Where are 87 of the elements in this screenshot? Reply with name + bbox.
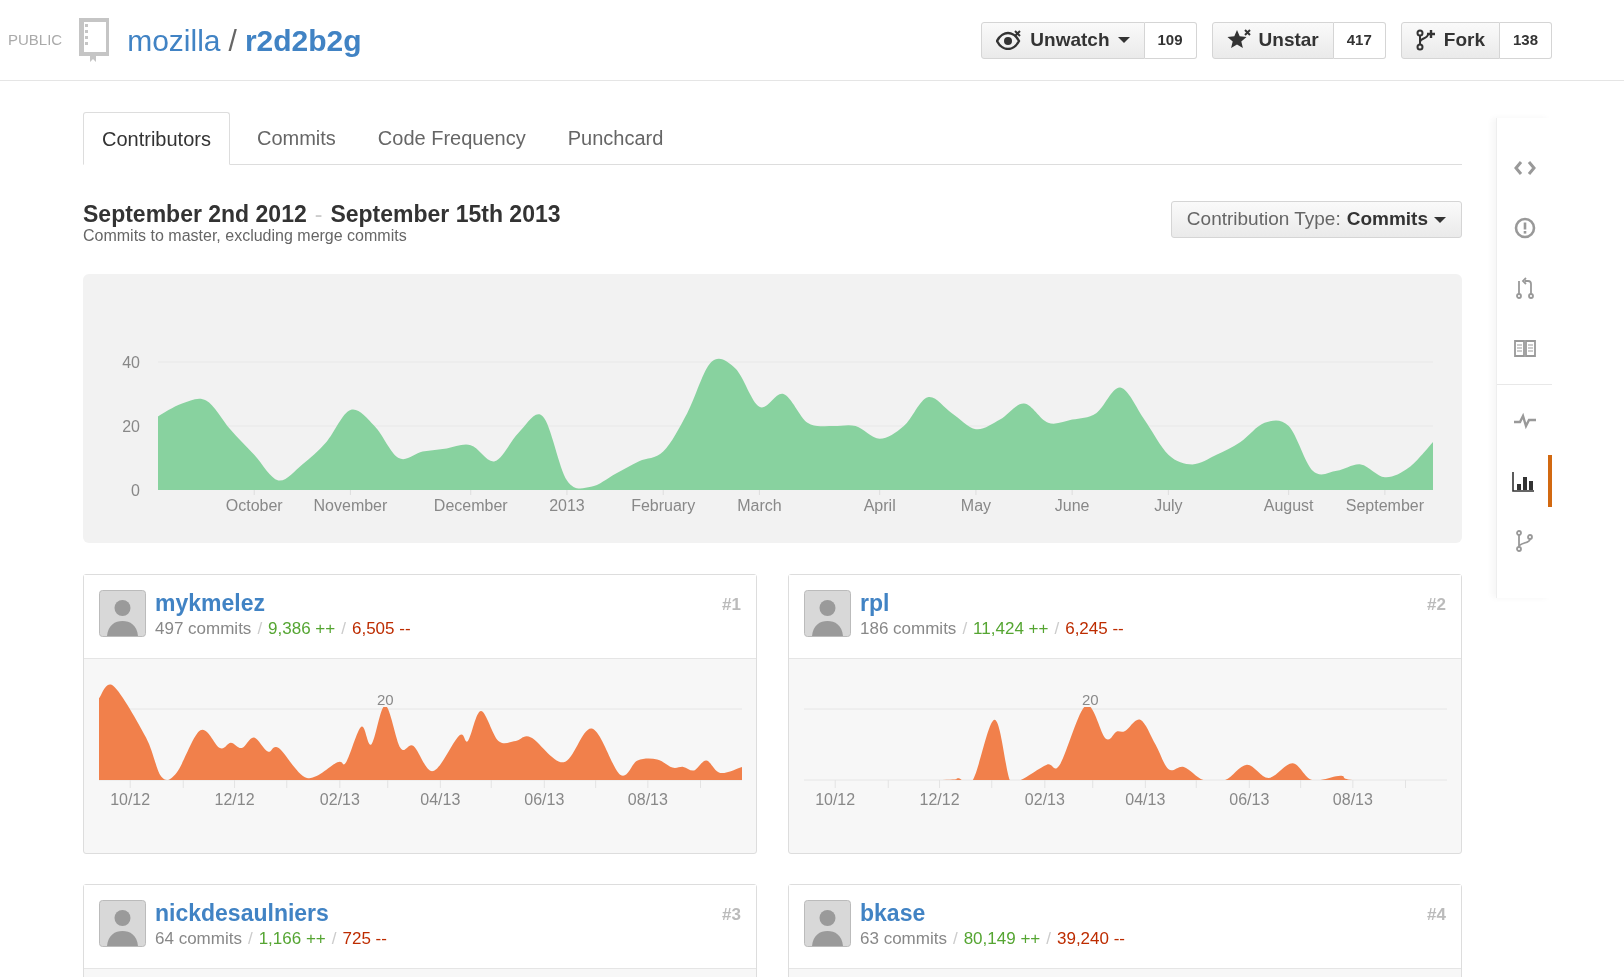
x-tick-label: 04/13 [1125, 791, 1166, 808]
additions-count: 9,386 ++ [268, 618, 336, 640]
avatar-silhouette-icon [804, 590, 851, 637]
x-tick-label: 10/12 [815, 791, 856, 808]
y-tick-label: 20 [122, 418, 140, 435]
x-tick-label: 02/13 [1024, 791, 1065, 808]
x-tick-label: 06/13 [524, 791, 565, 808]
commits-count: 64 commits [155, 928, 242, 950]
contributor-name-link[interactable]: rpl [860, 590, 1124, 616]
eye-icon [996, 30, 1023, 50]
deletions-count: 6,505 -- [351, 618, 411, 640]
x-tick-label: 10/12 [110, 791, 151, 808]
commits-count: 497 commits [155, 618, 252, 640]
additions-count: 11,424 ++ [973, 618, 1049, 640]
contributor-rank: #2 [1427, 594, 1446, 616]
x-tick-label: November [313, 497, 388, 514]
contributor-rank: #1 [722, 594, 741, 616]
x-tick-label: October [225, 497, 283, 514]
watch-count[interactable]: 109 [1144, 21, 1197, 59]
fork-button[interactable]: Fork [1400, 21, 1500, 59]
additions-count: 80,149 ++ [963, 928, 1041, 950]
x-tick-label: 12/12 [214, 791, 255, 808]
x-tick-label: December [433, 497, 508, 514]
x-tick-label: 06/13 [1229, 791, 1270, 808]
stat-separator: / [341, 618, 346, 640]
deletions-count: 6,245 -- [1065, 618, 1124, 640]
contributor-rank: #3 [722, 904, 741, 926]
stat-separator: / [247, 928, 253, 950]
x-tick-label: July [1154, 497, 1183, 514]
x-tick-label: 2013 [549, 497, 585, 514]
x-tick-label: April [863, 497, 896, 514]
y-tick-label: 0 [131, 482, 140, 499]
stat-separator: / [1046, 928, 1051, 950]
x-tick-label: May [960, 497, 992, 514]
caret-icon [1434, 215, 1446, 224]
watch-button[interactable]: Unwatch [981, 21, 1145, 59]
issue-circle-icon [1512, 216, 1537, 240]
visibility-label: PUBLIC [8, 29, 63, 50]
commits-count: 186 commits [860, 618, 957, 640]
tab[interactable]: Contributors [83, 112, 230, 165]
x-tick-label: February [631, 497, 696, 514]
fork-icon [1415, 29, 1436, 51]
caret-icon [1117, 36, 1130, 44]
avatar-silhouette-icon [99, 900, 146, 947]
bar-graph-icon [1510, 469, 1535, 493]
x-tick-label: August [1263, 497, 1314, 514]
x-tick-label: September [1345, 497, 1424, 514]
deletions-count: 39,240 -- [1056, 928, 1125, 950]
range-start: September 2nd 2012 [83, 201, 307, 227]
contributor-name-link[interactable]: nickdesaulniers [155, 900, 387, 926]
tab[interactable]: Code Frequency [356, 111, 547, 164]
commits-count: 63 commits [860, 928, 947, 950]
star-count[interactable]: 417 [1333, 21, 1386, 59]
star-icon [1226, 29, 1251, 51]
range-end: September 15th 2013 [330, 201, 561, 227]
y-tick-label: 20 [377, 691, 394, 708]
contributor-name-link[interactable]: bkase [860, 900, 1125, 926]
stat-separator: / [1054, 618, 1060, 640]
range-separator: - [314, 201, 323, 227]
tab[interactable]: Commits [235, 111, 357, 164]
stat-separator: / [331, 928, 337, 950]
x-tick-label: June [1054, 497, 1090, 514]
avatar-silhouette-icon [99, 590, 146, 637]
x-tick-label: 08/13 [1332, 791, 1373, 808]
deletions-count: 725 -- [342, 928, 387, 950]
tab[interactable]: Punchcard [546, 111, 685, 164]
path-separator: / [228, 22, 237, 59]
range-subtitle: Commits to master, excluding merge commits [83, 227, 408, 245]
x-tick-label: 04/13 [420, 791, 461, 808]
contributor-name-link[interactable]: mykmelez [155, 590, 411, 616]
x-tick-label: 02/13 [319, 791, 360, 808]
x-tick-label: 12/12 [919, 791, 960, 808]
stat-separator: / [952, 928, 958, 950]
repo-name-link[interactable]: r2d2b2g [244, 17, 362, 63]
x-tick-label: 08/13 [627, 791, 668, 808]
contributor-rank: #4 [1427, 904, 1446, 926]
y-tick-label: 20 [1082, 691, 1099, 708]
star-button[interactable]: Unstar [1211, 21, 1334, 59]
contribution-type-dropdown[interactable]: Contribution Type: Commits [1170, 201, 1462, 238]
avatar-silhouette-icon [804, 900, 851, 947]
repo-owner-link[interactable]: mozilla [127, 17, 221, 63]
stat-separator: / [962, 618, 968, 640]
stat-separator: / [257, 618, 263, 640]
y-tick-label: 40 [122, 354, 140, 371]
fork-count[interactable]: 138 [1499, 21, 1552, 59]
additions-count: 1,166 ++ [258, 928, 326, 950]
x-tick-label: March [737, 497, 782, 514]
